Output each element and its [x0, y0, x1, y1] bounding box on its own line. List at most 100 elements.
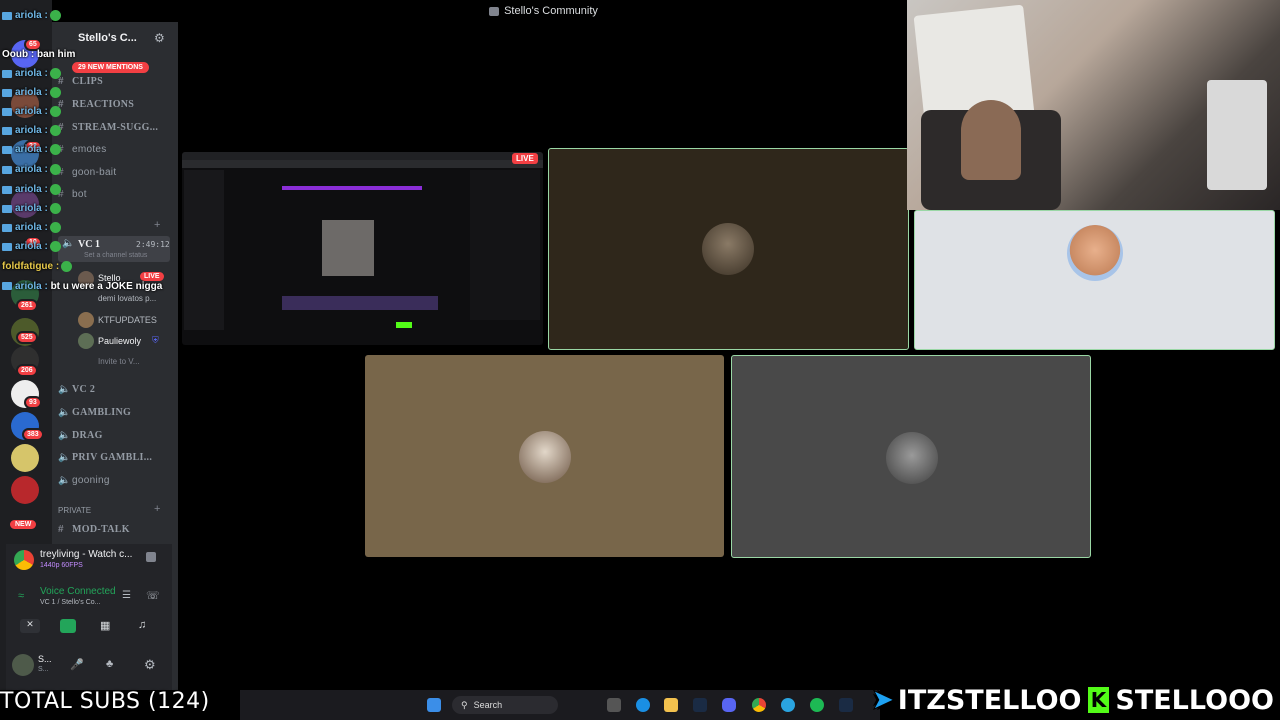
edge-icon[interactable] — [636, 698, 650, 712]
chrome-icon[interactable] — [752, 698, 766, 712]
activities-button[interactable]: ▦ — [100, 619, 114, 633]
stream-progress-bar — [282, 186, 422, 190]
chat-message: ariola : — [2, 184, 61, 195]
close-activity-icon[interactable] — [146, 552, 156, 562]
chat-message: ariola : — [2, 222, 61, 233]
voice-channel-path[interactable]: VC 1 / Stello's Co... — [40, 599, 100, 606]
participant-tile[interactable] — [365, 355, 724, 557]
avatar — [1067, 225, 1123, 281]
monitor — [1207, 80, 1267, 190]
kick-icon: K — [1087, 687, 1110, 713]
chat-message: ariola : bt u were a JOKE nigga — [2, 281, 162, 292]
voice-channel-drag[interactable]: 🔈DRAG — [58, 430, 170, 441]
add-channel-icon[interactable]: + — [154, 503, 160, 515]
settings-icon[interactable] — [607, 698, 621, 712]
video-thumbnail-strip — [282, 296, 438, 310]
mention-badge: 261 — [16, 299, 38, 312]
chat-message: ariola : — [2, 125, 61, 136]
new-badge: NEW — [8, 518, 39, 531]
browser-addressbar — [182, 160, 543, 168]
headphones-icon[interactable]: ♣ — [106, 658, 113, 670]
avatar — [78, 333, 94, 349]
mention-badge: 93 — [24, 396, 42, 409]
spotify-icon[interactable] — [810, 698, 824, 712]
app-icon — [489, 6, 500, 16]
speaker-icon: 🔈 — [58, 407, 71, 418]
avatar — [702, 223, 754, 275]
shield-icon: ⛨ — [152, 335, 159, 345]
screen-share-button[interactable] — [60, 619, 76, 633]
avatar[interactable] — [12, 654, 34, 676]
steam-icon[interactable] — [693, 698, 707, 712]
chat-message: Ooub : ban him — [2, 49, 76, 60]
noise-suppression-icon[interactable]: ☰ — [122, 590, 131, 601]
live-badge: LIVE — [512, 153, 538, 164]
steam-icon[interactable] — [839, 698, 853, 712]
category-private[interactable]: PRIVATE — [58, 506, 91, 515]
chat-message: ariola : — [2, 241, 61, 252]
chat-message: ariola : — [2, 203, 61, 214]
camera-off-button[interactable]: ✕ — [20, 619, 40, 633]
chat-message: ariola : — [2, 10, 61, 21]
avatar — [519, 431, 571, 483]
participant-tile[interactable] — [914, 210, 1275, 350]
hash-icon: # — [58, 524, 64, 535]
avatar — [886, 432, 938, 484]
twitter-icon: ➤ — [872, 685, 894, 715]
user-status: S... — [38, 666, 49, 673]
avatar — [78, 312, 94, 328]
settings-gear-icon[interactable]: ⚙ — [144, 657, 156, 673]
user-panel: treyliving - Watch c... 1440p 60FPS ≈ Vo… — [6, 544, 172, 690]
kick-handle: STELLOOO — [1115, 684, 1274, 716]
soundboard-button[interactable]: ♫ — [138, 619, 152, 633]
taskbar-search[interactable]: ⚲ Search — [452, 696, 558, 714]
voice-channel-gooning[interactable]: 🔈gooning — [58, 475, 170, 486]
mention-badge: 206 — [16, 364, 38, 377]
activity-detail: 1440p 60FPS — [40, 562, 83, 569]
voice-member-name[interactable]: Pauliewoly — [98, 336, 141, 346]
chat-message: ariola : — [2, 68, 61, 79]
window-titlebar: Stello's Community — [180, 0, 907, 22]
invite-to-voice[interactable]: Invite to V... — [98, 357, 140, 366]
connection-icon: ≈ — [18, 590, 25, 602]
start-icon[interactable] — [427, 698, 441, 712]
kick-sidebar — [184, 170, 224, 330]
search-icon: ⚲ — [461, 700, 468, 710]
disconnect-icon[interactable]: ☏ — [146, 589, 160, 602]
mention-badge: 383 — [22, 428, 44, 441]
participant-tile[interactable] — [548, 148, 909, 350]
video-frame — [322, 220, 374, 276]
discord-icon[interactable] — [722, 698, 736, 712]
chat-message: ariola : — [2, 87, 61, 98]
screen-share-tile[interactable]: LIVE — [182, 152, 543, 345]
stream-chat-overlay: ariola : Ooub : ban him ariola : ariola … — [0, 0, 180, 300]
participant-tile[interactable] — [731, 355, 1091, 558]
voice-connected-label[interactable]: Voice Connected — [40, 586, 116, 597]
streamer — [961, 100, 1021, 180]
browser-tabbar — [182, 152, 543, 160]
voice-channel-priv-gambling[interactable]: 🔈PRIV GAMBLI... — [58, 452, 170, 463]
server-icon[interactable] — [11, 476, 39, 504]
chrome-icon — [14, 550, 34, 570]
chat-message: ariola : — [2, 144, 61, 155]
microphone-icon[interactable]: 🎤 — [70, 658, 84, 671]
speaker-icon: 🔈 — [58, 384, 71, 395]
social-handles: ➤ ITZSTELLOO K STELLOOO — [872, 680, 1274, 720]
file-explorer-icon[interactable] — [664, 698, 678, 712]
kick-chat-panel — [470, 170, 540, 320]
activity-title[interactable]: treyliving - Watch c... — [40, 549, 132, 560]
mention-badge: 525 — [16, 331, 38, 344]
total-subs: TOTAL SUBS (124) — [0, 689, 210, 714]
voice-member-name[interactable]: KTFUPDATES — [98, 315, 157, 325]
window-title: Stello's Community — [504, 5, 598, 17]
telegram-icon[interactable] — [781, 698, 795, 712]
follow-button — [396, 322, 412, 328]
windows-taskbar: ⚲ Search — [240, 690, 880, 720]
voice-channel-gambling[interactable]: 🔈GAMBLING — [58, 407, 170, 418]
speaker-icon: 🔈 — [58, 475, 71, 486]
server-icon[interactable] — [11, 444, 39, 472]
channel-mod-talk[interactable]: # MOD-TALK — [58, 524, 170, 535]
chat-message: ariola : — [2, 106, 61, 117]
streamer-webcam — [907, 0, 1280, 210]
voice-channel-vc2[interactable]: 🔈VC 2 — [58, 384, 170, 395]
